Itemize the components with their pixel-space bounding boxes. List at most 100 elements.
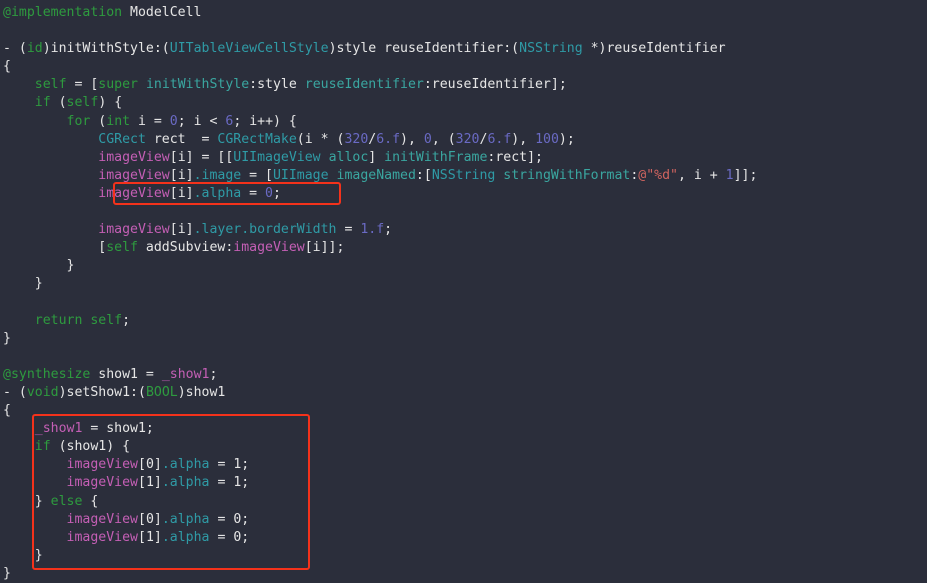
token-plain: ), <box>511 131 536 147</box>
token-plain: } <box>3 330 11 346</box>
token-plain: [ <box>138 457 146 473</box>
token-variable: imageView <box>98 149 170 165</box>
token-plain: ] <box>153 475 162 491</box>
token-property: .alpha <box>161 511 210 527</box>
token-plain: *)reuseIdentifier <box>582 41 726 57</box>
token-keyword: @synthesize <box>3 366 91 382</box>
token-plain: ModelCell <box>122 5 202 20</box>
token-plain: { <box>3 403 11 419</box>
token-keyword: if <box>34 95 51 111</box>
token-plain: :style <box>249 77 305 93</box>
token-plain: [i] <box>169 185 194 201</box>
token-plain: ; i < <box>177 113 226 129</box>
token-property: .layer.borderWidth <box>193 222 337 238</box>
token-variable: imageView <box>66 475 138 491</box>
code-line-highlighted: imageView[i].alpha = 0; <box>0 185 927 203</box>
token-variable: imageView <box>98 222 170 238</box>
token-plain: ]]; <box>733 167 758 183</box>
token-type: NSString <box>519 41 583 57</box>
token-plain: (i * ( <box>296 131 345 147</box>
code-line: { <box>0 58 927 76</box>
token-method: reuseIdentifier <box>304 77 424 93</box>
token-plain: } <box>3 276 43 292</box>
token-variable: _show1 <box>34 421 83 437</box>
code-line: imageView[i] = [[UIImageView alloc] init… <box>0 149 927 167</box>
token-plain: ; <box>273 185 281 201</box>
token-plain: [i] <box>169 222 194 238</box>
token-plain: = show1; <box>82 421 154 437</box>
token-keyword: if <box>34 439 51 455</box>
token-string: @"%d" <box>638 167 678 183</box>
code-line: imageView[i].layer.borderWidth = 1.f; <box>0 221 927 239</box>
token-variable: imageView <box>98 167 170 183</box>
code-line: @synthesize show1 = _show1; <box>0 366 927 384</box>
code-line: } <box>0 565 927 583</box>
token-variable: imageView <box>98 185 170 201</box>
code-line-highlighted: imageView[1].alpha = 1; <box>0 474 927 492</box>
token-number: 320 <box>344 131 369 147</box>
code-line: CGRect rect = CGRectMake(i * (320/6.f), … <box>0 131 927 149</box>
token-plain: - ( <box>3 384 27 400</box>
token-keyword: self <box>34 77 67 93</box>
token-plain: [ <box>3 240 107 256</box>
token-plain: ), <box>400 131 424 147</box>
token-number: 100 <box>535 131 559 147</box>
token-plain: :[ <box>415 167 432 183</box>
token-plain: { <box>82 493 99 509</box>
token-keyword: @implementation <box>3 5 123 20</box>
token-keyword: for <box>66 113 91 129</box>
token-property: .alpha <box>161 457 210 473</box>
token-plain: = <box>241 185 266 201</box>
token-plain: = 0; <box>209 511 250 527</box>
token-plain: } <box>3 547 43 563</box>
token-plain: [i] = [[ <box>169 149 234 165</box>
token-plain: )show1 <box>177 384 226 400</box>
token-plain: = 1; <box>209 457 250 473</box>
token-plain: ( <box>50 95 67 111</box>
token-method: alloc <box>328 149 369 165</box>
token-keyword: return self <box>34 312 123 328</box>
token-plain: , i + <box>678 167 726 183</box>
token-plain: )initWithStyle:( <box>42 41 170 57</box>
token-type: CGRectMake <box>217 131 297 147</box>
token-plain: i = <box>130 113 170 129</box>
code-line-highlighted: imageView[0].alpha = 0; <box>0 511 927 529</box>
token-keyword: self <box>106 240 138 256</box>
token-variable: imageView <box>66 529 138 545</box>
token-keyword: super <box>98 77 138 93</box>
token-property: .alpha <box>161 529 210 545</box>
token-plain: } <box>3 493 51 509</box>
token-type: UIImage <box>272 167 329 183</box>
token-plain: 1 <box>145 475 154 491</box>
token-variable: imageView <box>233 240 305 256</box>
token-plain: = <box>336 222 361 238</box>
token-plain: ); <box>558 131 575 147</box>
token-variable: _show1 <box>161 366 210 382</box>
token-plain: rect = <box>145 131 218 147</box>
code-line: @implementation ModelCell <box>0 4 927 22</box>
token-plain: ] <box>153 529 162 545</box>
token-plain: ; <box>209 366 218 382</box>
token-plain: 0 <box>145 511 154 527</box>
token-number: 0 <box>265 185 273 201</box>
token-plain: ; <box>384 222 393 238</box>
code-line: } <box>0 275 927 293</box>
code-editor-pane[interactable]: @implementation ModelCell - ( id)initWith… <box>0 0 927 583</box>
token-type: UITableViewCellStyle <box>169 41 329 57</box>
token-keyword: id <box>26 41 43 57</box>
code-line: if (self) { <box>0 94 927 112</box>
token-plain: :rect]; <box>487 149 543 165</box>
